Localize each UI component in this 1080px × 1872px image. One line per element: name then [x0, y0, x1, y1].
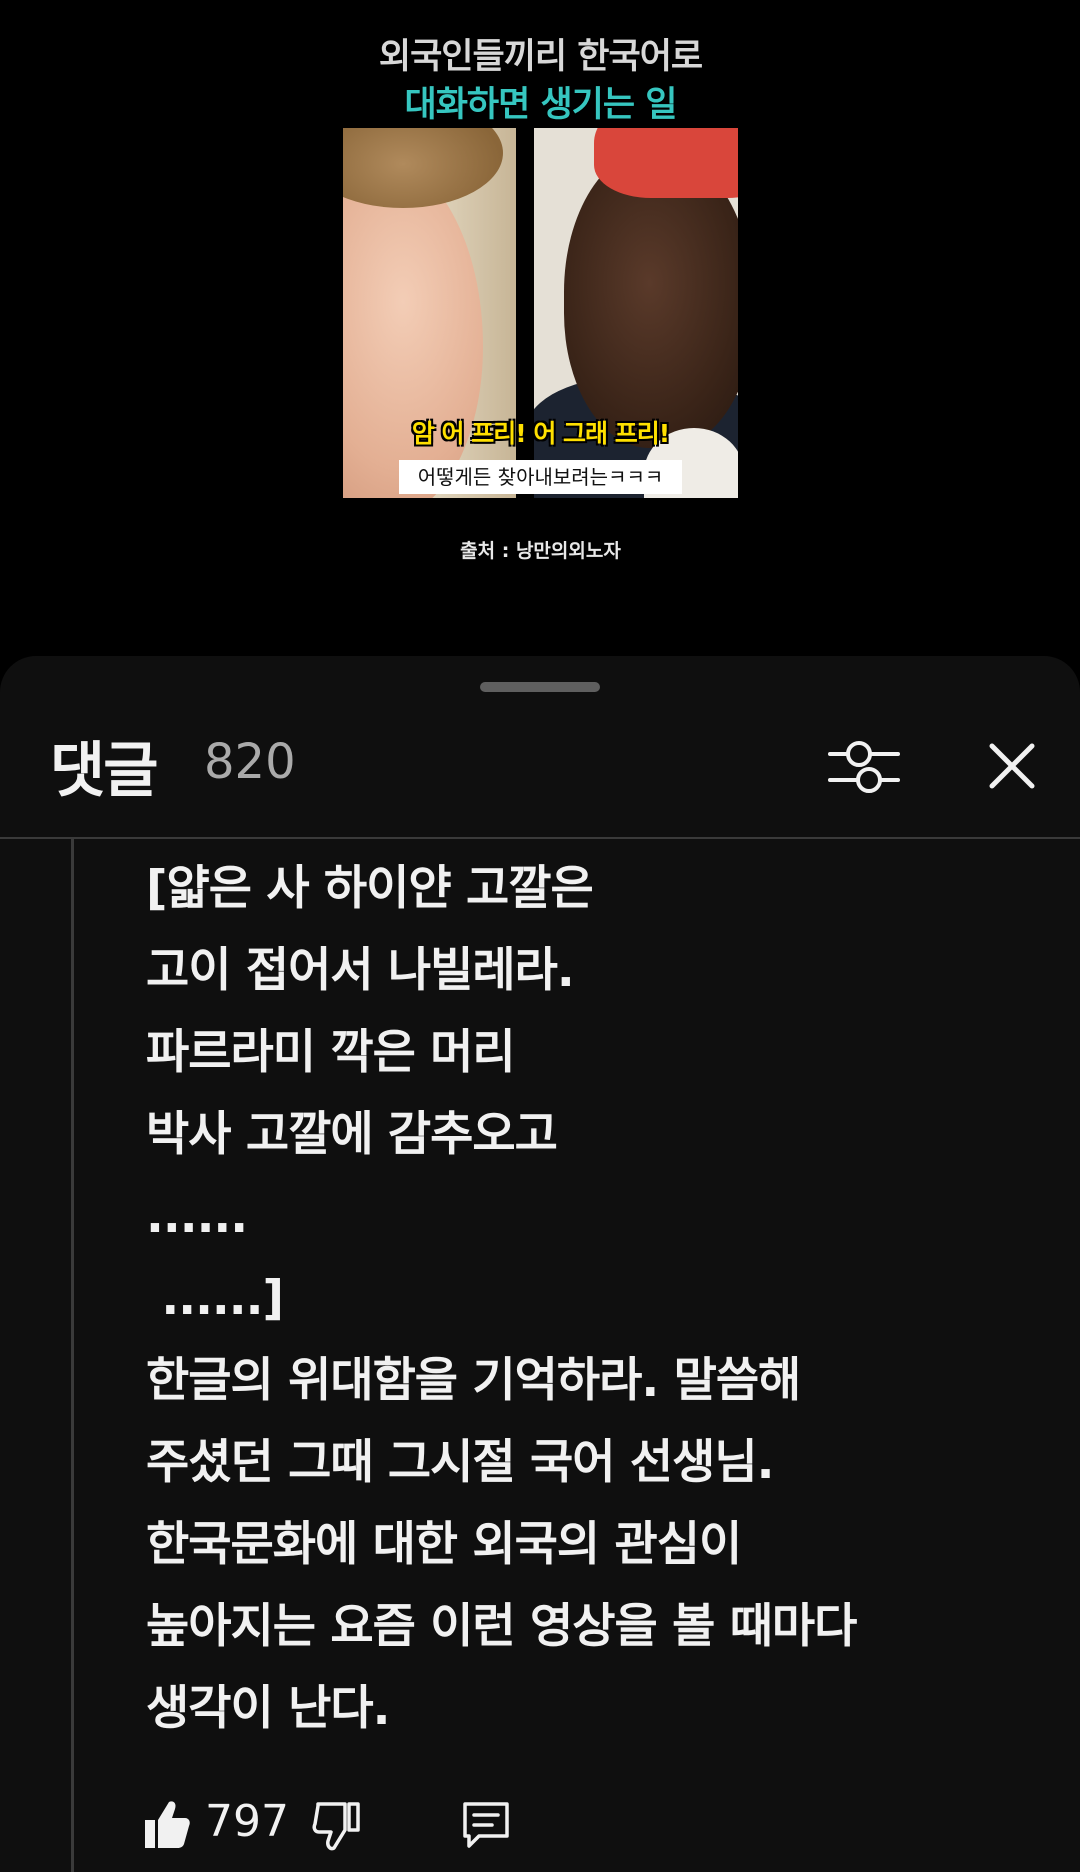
sheet-drag-handle[interactable]: [480, 682, 600, 692]
video-credit: 출처 : 낭만의외노자: [460, 540, 621, 562]
comments-title: 댓글: [50, 736, 158, 806]
video-subtitle-yellow: 암 어 프리! 어 그래 프리!: [411, 419, 670, 448]
reply-thread-line: [71, 839, 74, 1872]
comment-line: 파르라미 깍은 머리: [146, 1025, 516, 1080]
video-frame: 외국인들끼리 한국어로 대화하면 생기는 일 암 어 프리! 어 그래 프리! …: [343, 0, 738, 660]
person-left-hair: [343, 128, 503, 208]
comment-line: ......]: [146, 1271, 284, 1326]
comment-line: 고이 접어서 나빌레라.: [146, 943, 575, 998]
thumbs-down-icon[interactable]: [312, 1800, 360, 1852]
comment-line: 높아지는 요즘 이런 영상을 볼 때마다: [146, 1599, 857, 1654]
video-panels: 암 어 프리! 어 그래 프리! 어떻게든 찾아내보려는ㅋㅋㅋ: [343, 128, 738, 498]
comment-line: 박사 고깔에 감추오고: [146, 1107, 558, 1162]
filter-sliders-icon[interactable]: [826, 734, 902, 800]
video-title-line2: 대화하면 생기는 일: [404, 85, 678, 125]
comment-line: 한국문화에 대한 외국의 관심이: [146, 1517, 742, 1572]
thumbs-up-icon[interactable]: [143, 1798, 191, 1850]
comment-text: [얇은 사 하이얀 고깔은 고이 접어서 나빌레라. 파르라미 깍은 머리 박사…: [146, 848, 1046, 1750]
person-right-cap: [594, 128, 738, 198]
comment-line: 생각이 난다.: [146, 1681, 390, 1736]
comment-line: [얇은 사 하이얀 고깔은: [146, 861, 594, 916]
comment-line: 주셨던 그때 그시절 국어 선생님.: [146, 1435, 774, 1490]
like-count: 797: [205, 1796, 289, 1847]
video-title-line1: 외국인들끼리 한국어로: [378, 37, 703, 77]
comments-count: 820: [204, 734, 296, 790]
comment-line: ......: [146, 1189, 248, 1244]
comment-actions: 797: [143, 1792, 743, 1862]
video-subtitle-white: 어떻게든 찾아내보려는ㅋㅋㅋ: [399, 460, 682, 494]
comments-sheet: 댓글 820 [얇은 사 하이얀 고깔은 고이 접어서 나빌레라. 파르라미 깍…: [0, 656, 1080, 1872]
video-player[interactable]: 외국인들끼리 한국어로 대화하면 생기는 일 암 어 프리! 어 그래 프리! …: [0, 0, 1080, 660]
close-icon[interactable]: [980, 734, 1044, 798]
comment-line: 한글의 위대함을 기억하라. 말씀해: [146, 1353, 801, 1408]
reply-comment-icon[interactable]: [459, 1798, 513, 1852]
header-divider: [0, 837, 1080, 839]
